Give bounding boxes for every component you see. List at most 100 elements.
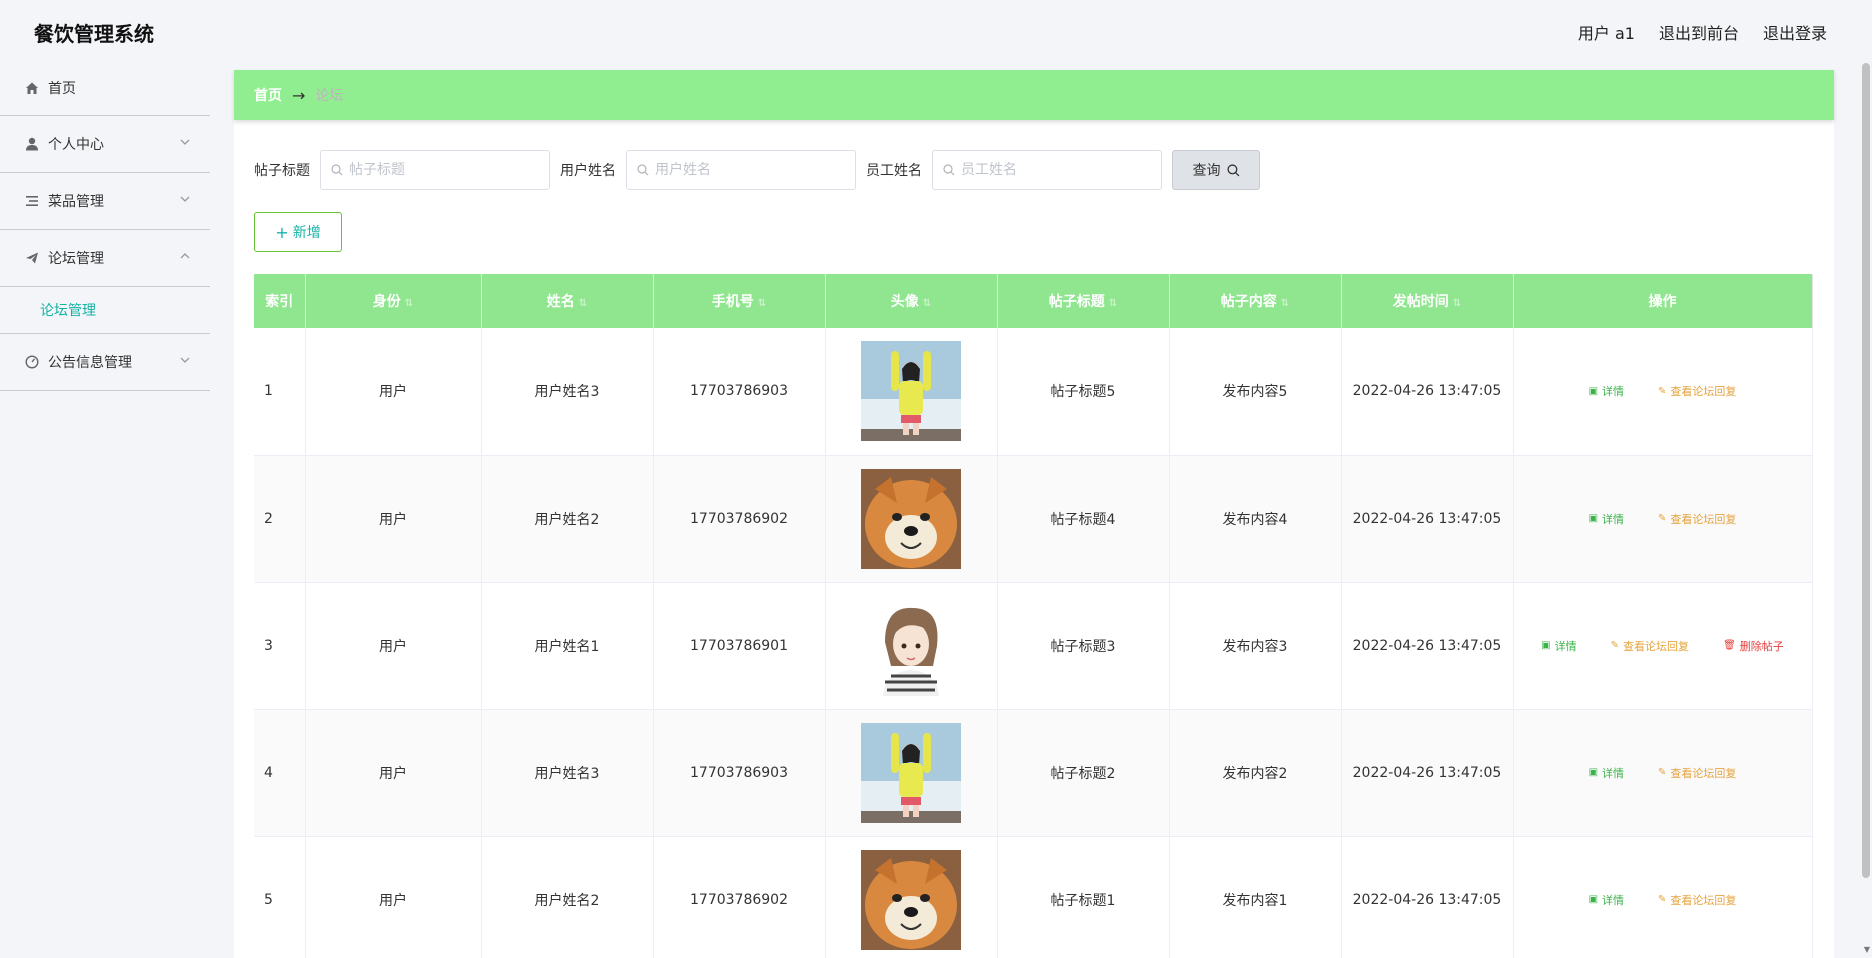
page-scrollbar[interactable]: ▼ [1860, 61, 1872, 958]
logout-link[interactable]: 退出登录 [1763, 20, 1827, 44]
scroll-down-icon[interactable]: ▼ [1864, 945, 1870, 954]
column-header-name[interactable]: 姓名 ⇅ [481, 274, 654, 328]
cell-post-content: 发布内容5 [1169, 328, 1342, 456]
sidebar-item-label: 首页 [48, 81, 76, 97]
column-header-post-content[interactable]: 帖子内容 ⇅ [1169, 274, 1342, 328]
sort-icon[interactable]: ⇅ [579, 298, 587, 309]
breadcrumb-home[interactable]: 首页 [254, 85, 282, 105]
view-replies-button[interactable]: ✎ 查看论坛回复 [1644, 761, 1750, 785]
cell-post-time: 2022-04-26 13:47:05 [1341, 582, 1514, 710]
avatar[interactable] [861, 723, 961, 823]
detail-button[interactable]: ▣ 详情 [1527, 634, 1590, 658]
view-replies-button[interactable]: ✎ 查看论坛回复 [1644, 888, 1750, 912]
detail-button[interactable]: ▣ 详情 [1575, 761, 1638, 785]
avatar[interactable] [861, 469, 961, 569]
cell-post-title: 帖子标题3 [997, 582, 1170, 710]
table-row: 3 用户 用户姓名1 17703786901 帖子标题3 发布内容3 2022-… [254, 582, 1813, 710]
list-icon [24, 193, 40, 209]
sidebar-item-personal[interactable]: 个人中心 [0, 116, 210, 173]
cell-phone: 17703786903 [653, 709, 826, 837]
staff-name-label: 员工姓名 [866, 163, 922, 179]
top-header: 餐饮管理系统 用户 a1 退出到前台 退出登录 [0, 0, 1872, 61]
sidebar-subitem-forum[interactable]: 论坛管理 [0, 287, 210, 334]
table-row: 5 用户 用户姓名2 17703786902 帖子标题1 发布内容1 2022-… [254, 836, 1813, 958]
document-icon: ▣ [1541, 640, 1551, 651]
sidebar-item-dishes[interactable]: 菜品管理 [0, 173, 210, 230]
chevron-down-icon [180, 139, 190, 145]
post-title-field [320, 150, 550, 190]
avatar[interactable] [861, 596, 961, 696]
post-title-input[interactable] [349, 162, 539, 178]
cell-post-time: 2022-04-26 13:47:05 [1341, 328, 1514, 456]
cell-name: 用户姓名1 [481, 582, 654, 710]
avatar[interactable] [861, 341, 961, 441]
query-button[interactable]: 查询 [1172, 150, 1260, 190]
edit-icon: ✎ [1658, 767, 1667, 778]
cell-post-time: 2022-04-26 13:47:05 [1341, 455, 1514, 583]
cell-avatar [825, 455, 998, 583]
arrow-right-icon: → [292, 85, 306, 105]
cell-post-time: 2022-04-26 13:47:05 [1341, 709, 1514, 837]
column-header-role[interactable]: 身份 ⇅ [305, 274, 482, 328]
cell-actions: ▣ 详情 ✎ 查看论坛回复 🗑 删除帖子 [1513, 582, 1813, 710]
cell-phone: 17703786901 [653, 582, 826, 710]
sort-icon[interactable]: ⇅ [405, 298, 413, 309]
cell-post-content: 发布内容1 [1169, 836, 1342, 958]
cell-post-title: 帖子标题4 [997, 455, 1170, 583]
home-icon [24, 80, 40, 96]
cell-index: 2 [254, 455, 306, 583]
column-header-post-time[interactable]: 发帖时间 ⇅ [1341, 274, 1514, 328]
edit-icon: ✎ [1610, 640, 1620, 651]
detail-button[interactable]: ▣ 详情 [1575, 379, 1638, 403]
staff-name-input[interactable] [961, 162, 1151, 178]
current-user[interactable]: 用户 a1 [1578, 20, 1635, 44]
exit-to-front-link[interactable]: 退出到前台 [1659, 20, 1739, 44]
sidebar-item-forum[interactable]: 论坛管理 [0, 230, 210, 287]
sidebar-item-label: 个人中心 [48, 137, 104, 153]
add-button-label: 新增 [292, 225, 321, 241]
sidebar-item-home[interactable]: 首页 [0, 61, 210, 116]
cell-actions: ▣ 详情 ✎ 查看论坛回复 [1513, 328, 1813, 456]
cell-role: 用户 [305, 328, 482, 456]
view-replies-button[interactable]: ✎ 查看论坛回复 [1644, 379, 1750, 403]
cell-role: 用户 [305, 836, 482, 958]
chevron-up-icon [180, 253, 190, 259]
cell-role: 用户 [305, 582, 482, 710]
search-icon [1226, 163, 1239, 176]
sort-icon[interactable]: ⇅ [1453, 298, 1461, 309]
document-icon: ▣ [1588, 385, 1599, 397]
cell-phone: 17703786903 [653, 328, 826, 456]
plus-icon: + [275, 222, 289, 242]
document-icon: ▣ [1588, 894, 1599, 905]
sort-icon[interactable]: ⇅ [1281, 298, 1289, 309]
delete-post-button[interactable]: 🗑 删除帖子 [1709, 634, 1798, 658]
column-header-phone[interactable]: 手机号 ⇅ [653, 274, 826, 328]
sort-icon[interactable]: ⇅ [923, 298, 931, 309]
detail-button[interactable]: ▣ 详情 [1575, 507, 1638, 531]
column-header-avatar[interactable]: 头像 ⇅ [825, 274, 998, 328]
cell-actions: ▣ 详情 ✎ 查看论坛回复 [1513, 836, 1813, 958]
view-replies-button[interactable]: ✎ 查看论坛回复 [1644, 507, 1750, 531]
view-replies-button[interactable]: ✎ 查看论坛回复 [1597, 634, 1703, 658]
edit-icon: ✎ [1658, 385, 1667, 397]
sort-icon[interactable]: ⇅ [758, 298, 766, 309]
cell-avatar [825, 582, 998, 710]
add-button[interactable]: + 新增 [254, 212, 342, 252]
cell-index: 5 [254, 836, 306, 958]
cell-phone: 17703786902 [653, 836, 826, 958]
user-name-input[interactable] [655, 162, 845, 178]
sidebar-item-label: 菜品管理 [48, 194, 104, 210]
cell-role: 用户 [305, 709, 482, 837]
cell-role: 用户 [305, 455, 482, 583]
main-content: 首页 → 论坛 帖子标题 用户姓名 员工姓名 查询 + 新增 [234, 70, 1834, 958]
detail-button[interactable]: ▣ 详情 [1575, 888, 1638, 912]
sidebar-item-notice[interactable]: 公告信息管理 [0, 334, 210, 391]
cell-post-title: 帖子标题1 [997, 836, 1170, 958]
scrollbar-thumb[interactable] [1862, 63, 1870, 878]
column-header-post-title[interactable]: 帖子标题 ⇅ [997, 274, 1170, 328]
cell-avatar [825, 709, 998, 837]
sidebar-item-label: 公告信息管理 [48, 355, 132, 371]
cell-index: 4 [254, 709, 306, 837]
avatar[interactable] [861, 850, 961, 950]
sort-icon[interactable]: ⇅ [1109, 298, 1117, 309]
